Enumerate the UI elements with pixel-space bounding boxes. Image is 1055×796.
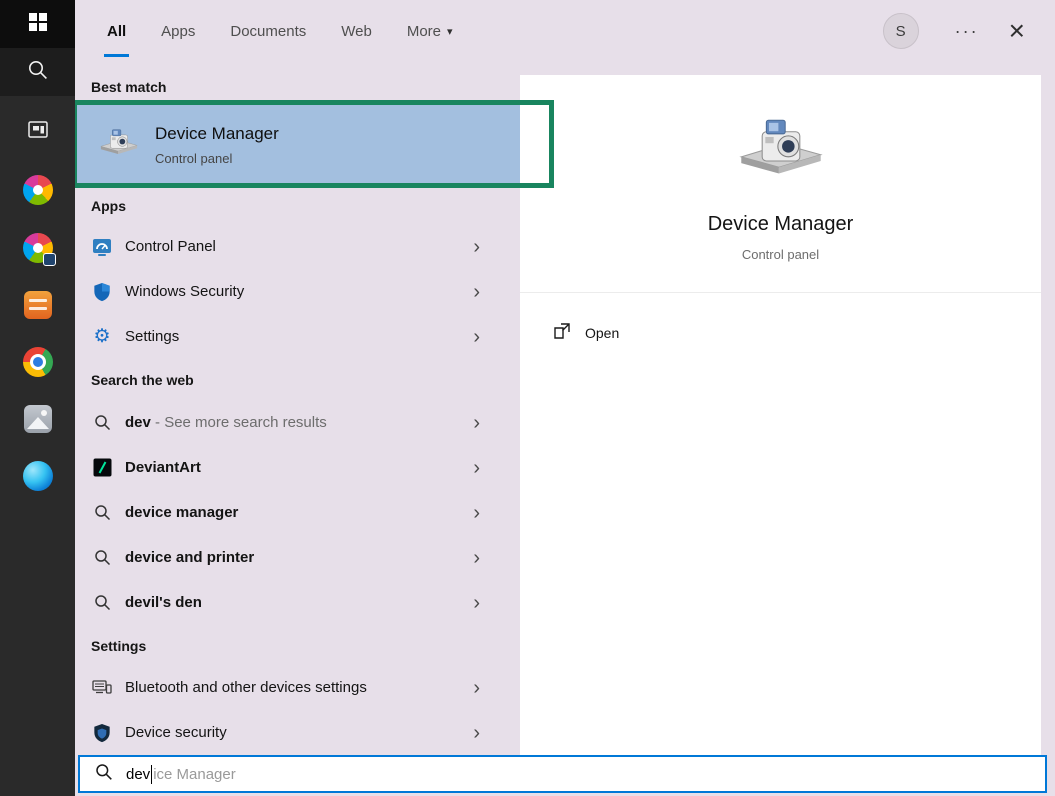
open-icon (552, 321, 572, 346)
chevron-right-icon[interactable]: › (473, 503, 480, 523)
search-icon (91, 504, 113, 521)
windows-security-shield-icon (91, 282, 113, 302)
office-shelf-icon[interactable] (24, 291, 52, 319)
tab-documents-label: Documents (230, 23, 306, 40)
taskbar-pinned-icons (23, 96, 53, 491)
chevron-right-icon[interactable]: › (473, 548, 480, 568)
inline-suggestion: ice Manager (153, 766, 236, 783)
chevron-right-icon[interactable]: › (473, 458, 480, 478)
result-item-web-device-and-printer[interactable]: device and printer › (75, 535, 520, 580)
photos-icon[interactable] (24, 405, 52, 433)
search-icon (91, 594, 113, 611)
result-label: Bluetooth and other devices settings (125, 679, 367, 696)
best-match-text: Device Manager Control panel (155, 124, 279, 166)
chrome-icon[interactable] (23, 347, 53, 377)
chevron-right-icon[interactable]: › (473, 237, 480, 257)
result-label: Device security (125, 724, 227, 741)
result-label: dev - See more search results (125, 414, 327, 431)
result-item-windows-security[interactable]: Windows Security › (75, 269, 520, 314)
devices-icon (91, 679, 113, 697)
preview-title: Device Manager (708, 213, 854, 236)
tab-web[interactable]: Web (341, 0, 372, 62)
query-text: dev (125, 414, 151, 431)
tab-apps-label: Apps (161, 23, 195, 40)
microsoft-365-icon[interactable] (23, 175, 53, 205)
task-view-icon[interactable] (26, 118, 50, 147)
result-label: Control Panel (125, 238, 216, 255)
more-options-icon[interactable]: ··· (955, 22, 979, 40)
result-label: Windows Security (125, 283, 244, 300)
section-header-settings: Settings (75, 637, 520, 655)
section-header-apps: Apps (75, 197, 520, 215)
search-icon (27, 59, 49, 86)
chevron-right-icon[interactable]: › (473, 327, 480, 347)
search-icon (91, 549, 113, 566)
chevron-right-icon[interactable]: › (473, 678, 480, 698)
result-item-bluetooth-settings[interactable]: Bluetooth and other devices settings › (75, 665, 520, 710)
m365-badge (43, 253, 56, 266)
best-match-title: Device Manager (155, 124, 279, 144)
best-match-subtitle: Control panel (155, 151, 279, 166)
divider (520, 292, 1041, 293)
best-match-result-device-manager[interactable]: Device Manager Control panel (75, 105, 520, 185)
section-header-web: Search the web (75, 371, 520, 389)
control-panel-icon (91, 237, 113, 257)
deviantart-icon (91, 458, 113, 477)
search-icon (91, 414, 113, 431)
result-item-web-dev[interactable]: dev - See more search results › (75, 400, 520, 445)
start-button[interactable] (0, 0, 75, 48)
result-label: device manager (125, 504, 238, 521)
tab-web-label: Web (341, 23, 372, 40)
taskbar (0, 0, 75, 796)
result-item-web-device-manager[interactable]: device manager › (75, 490, 520, 535)
tab-all[interactable]: All (107, 0, 126, 62)
search-text: device Manager (126, 765, 236, 784)
tab-documents[interactable]: Documents (230, 0, 306, 62)
result-label: device and printer (125, 549, 254, 566)
chevron-right-icon[interactable]: › (473, 593, 480, 613)
result-label: DeviantArt (125, 459, 201, 476)
result-label: Settings (125, 328, 179, 345)
avatar-initial: S (896, 23, 906, 40)
chevron-right-icon[interactable]: › (473, 723, 480, 743)
result-item-control-panel[interactable]: Control Panel › (75, 224, 520, 269)
open-label: Open (585, 325, 619, 341)
open-action[interactable]: Open (552, 313, 619, 353)
close-icon[interactable]: × (1009, 20, 1025, 42)
result-item-settings[interactable]: ⚙ Settings › (75, 314, 520, 359)
windows-logo-icon (29, 13, 47, 36)
search-icon (95, 763, 113, 786)
section-header-best-match: Best match (75, 78, 520, 96)
chevron-down-icon: ▾ (447, 25, 453, 38)
see-more-text: - See more search results (151, 414, 327, 431)
result-item-device-security[interactable]: Device security › (75, 710, 520, 755)
search-results-list: Best match Device Manager Control panel (75, 62, 520, 796)
tab-more-label: More (407, 23, 441, 40)
preview-panel: Device Manager Control panel Open (520, 75, 1041, 755)
device-manager-icon (99, 127, 139, 164)
typed-query: dev (126, 766, 150, 783)
microsoft-365-m365-icon[interactable] (23, 233, 53, 263)
start-search-window: All Apps Documents Web More ▾ S ··· × Be… (0, 0, 1055, 796)
tab-more[interactable]: More ▾ (407, 0, 453, 62)
search-filter-bar: All Apps Documents Web More ▾ S ··· × (75, 0, 1055, 62)
taskbar-search-button[interactable] (0, 48, 75, 96)
chevron-right-icon[interactable]: › (473, 413, 480, 433)
tab-all-label: All (107, 23, 126, 40)
text-cursor (151, 765, 152, 784)
tab-apps[interactable]: Apps (161, 0, 195, 62)
result-item-deviantart[interactable]: DeviantArt › (75, 445, 520, 490)
preview-subtitle: Control panel (742, 247, 819, 262)
chevron-right-icon[interactable]: › (473, 282, 480, 302)
edge-icon[interactable] (23, 461, 53, 491)
result-label: devil's den (125, 594, 202, 611)
avatar[interactable]: S (883, 13, 919, 49)
device-manager-icon-large (737, 115, 825, 189)
settings-gear-icon: ⚙ (91, 327, 113, 346)
device-security-shield-icon (91, 723, 113, 743)
search-input[interactable]: device Manager (78, 755, 1047, 793)
result-item-web-devils-den[interactable]: devil's den › (75, 580, 520, 625)
topbar-actions: S ··· × (883, 13, 1025, 49)
